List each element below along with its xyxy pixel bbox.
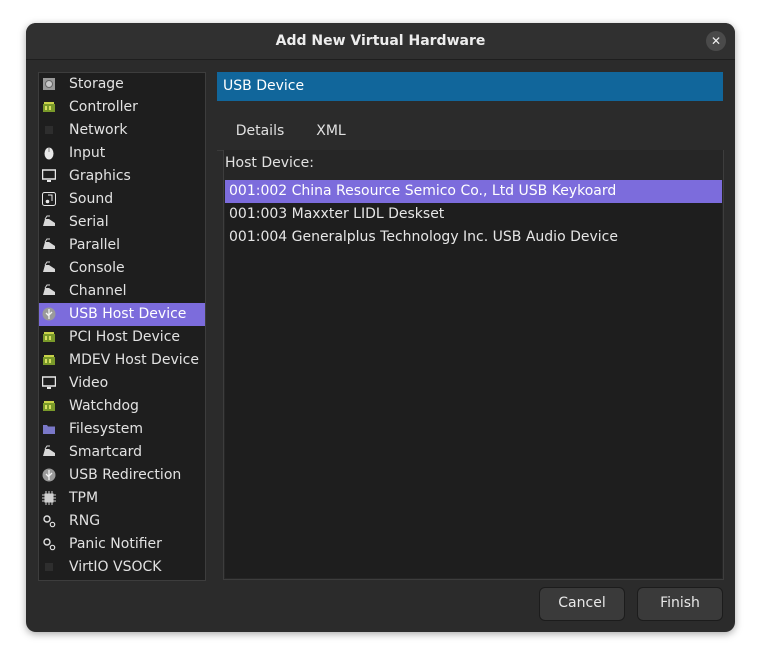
- device-name: 001:004 Generalplus Technology Inc. USB …: [229, 229, 618, 245]
- sidebar-item-rng[interactable]: RNG: [39, 510, 205, 533]
- pci-icon: [43, 332, 55, 342]
- sidebar-item-mdev-host-device[interactable]: MDEV Host Device: [39, 349, 205, 372]
- sidebar-item-label: Storage: [69, 76, 124, 92]
- sidebar-item-label: Parallel: [69, 237, 121, 253]
- sidebar-item-storage[interactable]: Storage: [39, 73, 205, 96]
- sound-icon: [42, 192, 56, 206]
- sidebar-item-usb-host-device[interactable]: USB Host Device: [39, 303, 205, 326]
- device-name: 001:002 China Resource Semico Co., Ltd U…: [229, 183, 617, 199]
- finish-button[interactable]: Finish: [637, 587, 723, 621]
- parallel-icon: [43, 238, 55, 249]
- panic-icon: [43, 538, 56, 551]
- sidebar-item-sound[interactable]: Sound: [39, 188, 205, 211]
- serial-icon: [43, 215, 55, 226]
- sidebar-item-label: Input: [69, 145, 106, 161]
- sidebar-item-network[interactable]: Network: [39, 119, 205, 142]
- device-name: 001:003 Maxxter LIDL Deskset: [229, 206, 445, 222]
- sidebar-item-virtio-vsock[interactable]: VirtIO VSOCK: [39, 556, 205, 579]
- hardware-type-list: Storage Controller Network Input Graphic…: [38, 72, 206, 581]
- list-item[interactable]: 001:004 Generalplus Technology Inc. USB …: [225, 226, 722, 249]
- sidebar-item-parallel[interactable]: Parallel: [39, 234, 205, 257]
- sidebar-item-pci-host-device[interactable]: PCI Host Device: [39, 326, 205, 349]
- controller-icon: [43, 102, 55, 112]
- sidebar-item-label: USB Host Device: [69, 306, 187, 322]
- add-hardware-dialog: Add New Virtual Hardware ✕ Storage Contr…: [26, 23, 735, 632]
- host-device-list[interactable]: 001:002 China Resource Semico Co., Ltd U…: [225, 180, 722, 578]
- sidebar-item-label: Console: [69, 260, 125, 276]
- sidebar-item-panic-notifier[interactable]: Panic Notifier: [39, 533, 205, 556]
- details-panel: Host Device: 001:002 China Resource Semi…: [223, 150, 724, 580]
- tab-details[interactable]: Details: [224, 116, 296, 153]
- usb-icon: [42, 307, 56, 321]
- usb-redirection-icon: [42, 468, 56, 482]
- title-bar: Add New Virtual Hardware ✕: [26, 23, 735, 60]
- sidebar-item-label: Network: [69, 122, 128, 138]
- sidebar-item-label: TPM: [69, 490, 99, 506]
- storage-icon: [43, 78, 55, 90]
- folder-icon: [43, 425, 55, 434]
- dialog-title: Add New Virtual Hardware: [275, 33, 486, 49]
- device-header-title: USB Device: [223, 78, 305, 94]
- sidebar-item-label: Watchdog: [69, 398, 139, 414]
- sidebar-item-label: Controller: [69, 99, 138, 115]
- sidebar-item-label: MDEV Host Device: [69, 352, 199, 368]
- sidebar-item-tpm[interactable]: TPM: [39, 487, 205, 510]
- sidebar-item-label: RNG: [69, 513, 101, 529]
- sidebar-item-label: Filesystem: [69, 421, 144, 437]
- list-item[interactable]: 001:003 Maxxter LIDL Deskset: [225, 203, 722, 226]
- console-icon: [43, 261, 55, 272]
- rng-icon: [43, 515, 56, 528]
- sidebar-item-usb-redirection[interactable]: USB Redirection: [39, 464, 205, 487]
- sidebar-item-serial[interactable]: Serial: [39, 211, 205, 234]
- cancel-button[interactable]: Cancel: [539, 587, 625, 621]
- sidebar-item-filesystem[interactable]: Filesystem: [39, 418, 205, 441]
- chip-icon: [42, 491, 56, 505]
- tab-xml[interactable]: XML: [306, 116, 356, 150]
- close-icon: ✕: [710, 34, 722, 48]
- host-device-label: Host Device:: [225, 155, 314, 171]
- watchdog-icon: [43, 401, 55, 411]
- monitor-icon: [42, 169, 56, 182]
- sidebar-item-input[interactable]: Input: [39, 142, 205, 165]
- sidebar-item-label: Video: [69, 375, 109, 391]
- sidebar-item-video[interactable]: Video: [39, 372, 205, 395]
- video-icon: [42, 376, 56, 389]
- sidebar-item-graphics[interactable]: Graphics: [39, 165, 205, 188]
- sidebar-item-label: VirtIO VSOCK: [69, 559, 162, 575]
- sidebar-item-label: Panic Notifier: [69, 536, 162, 552]
- sidebar-item-watchdog[interactable]: Watchdog: [39, 395, 205, 418]
- network-icon: [45, 126, 53, 134]
- sidebar-item-console[interactable]: Console: [39, 257, 205, 280]
- mdev-icon: [43, 355, 55, 365]
- sidebar-item-smartcard[interactable]: Smartcard: [39, 441, 205, 464]
- sidebar-item-channel[interactable]: Channel: [39, 280, 205, 303]
- mouse-icon: [44, 147, 54, 160]
- device-header: USB Device: [217, 72, 723, 101]
- channel-icon: [43, 284, 55, 295]
- sidebar-item-label: USB Redirection: [69, 467, 182, 483]
- sidebar-item-label: Channel: [69, 283, 127, 299]
- sidebar-item-label: PCI Host Device: [69, 329, 181, 345]
- sidebar-item-controller[interactable]: Controller: [39, 96, 205, 119]
- smartcard-icon: [43, 445, 55, 456]
- sidebar-item-label: Sound: [69, 191, 114, 207]
- sidebar-item-label: Serial: [69, 214, 109, 230]
- list-item[interactable]: 001:002 China Resource Semico Co., Ltd U…: [225, 180, 722, 203]
- sidebar-item-label: Smartcard: [69, 444, 143, 460]
- close-button[interactable]: ✕: [706, 31, 726, 51]
- vsock-icon: [45, 563, 53, 571]
- sidebar-item-label: Graphics: [69, 168, 131, 184]
